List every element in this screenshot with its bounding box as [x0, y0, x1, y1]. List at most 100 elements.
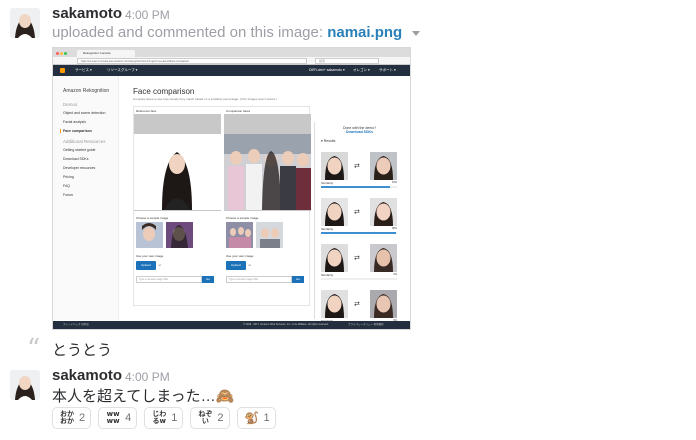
- image-url-field: Type a remote image URL: [226, 276, 292, 283]
- reference-face-thumb: [321, 198, 348, 226]
- comparison-column: Comparison faces Choose a sample image U…: [224, 107, 312, 283]
- comment-text: とうとう: [52, 342, 113, 359]
- sample-thumbnail: [256, 222, 283, 248]
- similarity-percent: 91%: [391, 181, 397, 184]
- custom-emoji-jiwaru-icon: じわ るw: [152, 410, 167, 425]
- sidebar-item: Facial analysis: [63, 120, 86, 124]
- account-menu: DIRY-dev+ sakamoto ▾: [309, 68, 345, 72]
- go-button: Go: [292, 276, 304, 283]
- aws-logo-icon: [60, 68, 65, 73]
- quote-icon: “: [27, 334, 41, 364]
- swap-arrows-icon: ⇄: [354, 301, 360, 308]
- reaction-button[interactable]: じわ るw 1: [144, 407, 184, 429]
- reaction-count: 2: [79, 412, 86, 424]
- similarity-bar-fill: [321, 186, 391, 188]
- result-pair: ⇄ Similarity 99%: [321, 198, 399, 242]
- sidebar-item: Developer resources: [63, 166, 96, 170]
- file-name-link[interactable]: namai.png: [327, 24, 402, 41]
- uploaded-image-preview[interactable]: Rekognition Console https://us-east-1.co…: [52, 47, 411, 330]
- reference-column: Reference face Choose a sample image Use…: [134, 107, 222, 283]
- similarity-bar: [321, 278, 397, 280]
- sidebar-item: Getting started guide: [63, 148, 96, 152]
- comparison-face-thumb: [370, 290, 397, 318]
- sidebar-item-active: Face comparison: [60, 129, 118, 133]
- results-header: ▾ Results: [321, 139, 336, 143]
- reference-face-thumb: [321, 152, 348, 180]
- sidebar-item: Download SDKs: [63, 157, 89, 161]
- comparison-panel: Reference face Choose a sample image Use…: [133, 106, 312, 306]
- avatar[interactable]: [10, 370, 40, 400]
- reaction-button[interactable]: おか おか 2: [52, 407, 92, 429]
- timestamp[interactable]: 4:00 PM: [125, 370, 170, 384]
- window-controls: [56, 51, 68, 56]
- sidebar-item: Pricing: [63, 175, 74, 179]
- upload-button: Upload: [136, 261, 156, 270]
- custom-emoji-nezoi-icon: ねぞ い: [198, 410, 213, 425]
- reaction-count: 1: [263, 412, 270, 424]
- message-text: 本人を超えてしまった…🙈: [52, 388, 235, 405]
- result-pair: ⇄ Similarity 0%: [321, 244, 399, 288]
- comparison-face-thumb: [370, 198, 397, 226]
- url-row: Type a remote image URL Go: [136, 276, 222, 283]
- similarity-percent: 0%: [393, 273, 397, 276]
- sample-thumbnail: [166, 222, 193, 248]
- timestamp[interactable]: 4:00 PM: [125, 8, 170, 22]
- swap-arrows-icon: ⇄: [354, 255, 360, 262]
- reference-label: Reference face: [136, 109, 157, 113]
- reaction-button[interactable]: ねぞ い 2: [190, 407, 230, 429]
- footer-left: フィードバック 日本語: [63, 323, 89, 326]
- reference-image: [134, 114, 221, 211]
- upload-button: Upload: [226, 261, 246, 270]
- browser-tab-bar: Rekognition Console: [53, 48, 410, 57]
- resource-groups-menu: リソースグループ ▾: [107, 68, 138, 72]
- sidebar-item: Object and scene detection: [63, 111, 106, 115]
- browser-tab: Rekognition Console: [77, 50, 135, 57]
- swap-arrows-icon: ⇄: [354, 163, 360, 170]
- similarity-percent: 99%: [391, 227, 397, 230]
- browser-search-field: 検索: [315, 58, 379, 64]
- or-text: or: [248, 263, 252, 267]
- similarity-label: Similarity: [321, 227, 334, 231]
- aws-navbar: サービス ▾ リソースグループ ▾ DIRY-dev+ sakamoto ▾ オ…: [53, 65, 410, 76]
- username[interactable]: sakamoto: [52, 367, 122, 384]
- result-pair: ⇄ Similarity 91%: [321, 152, 399, 196]
- go-button: Go: [202, 276, 214, 283]
- services-menu: サービス ▾: [75, 68, 92, 72]
- similarity-bar: [321, 232, 397, 234]
- similarity-label: Similarity: [321, 181, 334, 185]
- sidebar-section-demos: Demos: [63, 102, 78, 107]
- similarity-label: Similarity: [321, 273, 334, 277]
- sidebar-item: Forum: [63, 193, 74, 197]
- page-title: Face comparison: [133, 87, 195, 96]
- reaction-count: 2: [217, 412, 224, 424]
- download-sdks-link: Download SDKs: [345, 130, 374, 134]
- avatar[interactable]: [10, 8, 40, 38]
- upload-action-text: uploaded and commented on this image:: [52, 24, 324, 41]
- similarity-bar: [321, 186, 397, 188]
- file-menu-caret-icon[interactable]: [412, 30, 421, 36]
- footer-right: プライバシーポリシー 利用規約: [348, 323, 384, 326]
- use-own-label: Use your own image: [136, 254, 164, 258]
- monkey-emoji-icon: 🐒: [244, 410, 259, 425]
- reaction-button[interactable]: 🐒 1: [236, 407, 276, 429]
- results-panel: Done with the demo? Download SDKs ▾ Resu…: [314, 122, 404, 326]
- comparison-face-thumb: [370, 152, 397, 180]
- reference-face-thumb: [321, 244, 348, 272]
- reaction-count: 1: [171, 412, 178, 424]
- page-subtitle: Compare faces to see how closely they ma…: [133, 97, 277, 101]
- sample-thumbnails: [226, 222, 312, 248]
- username[interactable]: sakamoto: [52, 5, 122, 22]
- url-row: Type a remote image URL Go: [226, 276, 312, 283]
- sidebar-section-resources: Additional Resources: [63, 139, 106, 144]
- reference-face-thumb: [321, 290, 348, 318]
- choose-sample-label: Choose a sample image: [226, 216, 259, 220]
- upload-notice: uploaded and commented on this image: na…: [52, 24, 421, 41]
- sample-thumbnail: [136, 222, 163, 248]
- support-menu: サポート ▾: [379, 68, 396, 72]
- choose-sample-label: Choose a sample image: [136, 216, 169, 220]
- footer-copyright: © 2008 - 2017, Amazon Web Services, Inc.…: [243, 323, 329, 326]
- image-url-field: Type a remote image URL: [136, 276, 202, 283]
- region-menu: オレゴン ▾: [353, 68, 370, 72]
- similarity-bar-fill: [321, 232, 397, 234]
- reaction-button[interactable]: ww ww 4: [98, 407, 138, 429]
